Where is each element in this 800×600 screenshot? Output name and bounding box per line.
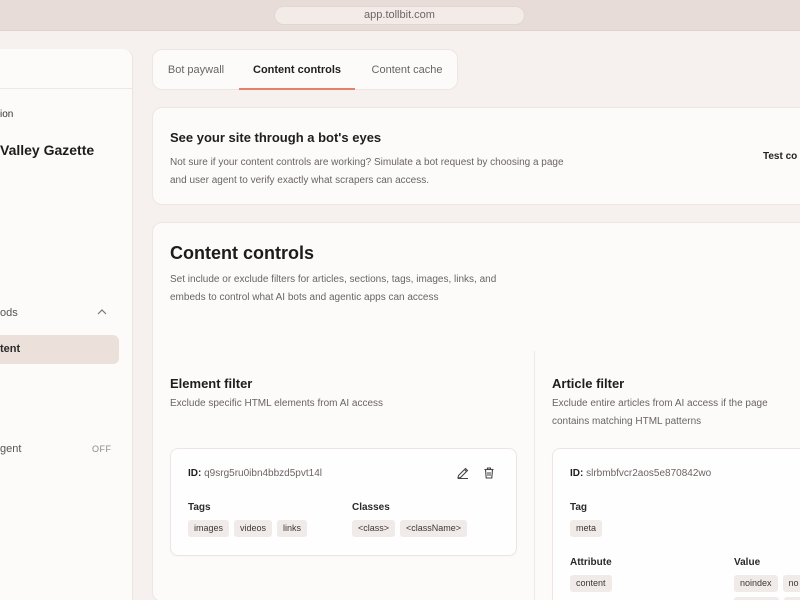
bot-simulation-card: See your site through a bot's eyes Not s… bbox=[152, 107, 800, 205]
tags-label: Tags bbox=[188, 502, 211, 513]
rule-id-label: ID: bbox=[570, 468, 584, 479]
rule-id-value: slrbmbfvcr2aos5e870842wo bbox=[586, 468, 712, 479]
value-chip: noindex bbox=[734, 575, 778, 592]
address-bar[interactable]: app.tollbit.com bbox=[274, 6, 525, 25]
attribute-chip: content bbox=[570, 575, 612, 592]
column-divider bbox=[534, 351, 535, 600]
element-filter-rule-card: ID: q9srg5ru0ibn4bbzd5pvt14l Tags images… bbox=[170, 448, 517, 556]
attribute-label: Attribute bbox=[570, 557, 612, 568]
browser-toolbar: app.tollbit.com bbox=[0, 0, 800, 31]
classes-chip-list: <class> <className> bbox=[352, 520, 468, 537]
rule-id: ID: q9srg5ru0ibn4bbzd5pvt14l bbox=[188, 468, 322, 479]
attribute-chip-list: content bbox=[570, 575, 612, 592]
sidebar-section-label: ion bbox=[0, 109, 14, 120]
value-label: Value bbox=[734, 557, 761, 568]
class-chip: <className> bbox=[400, 520, 468, 537]
value-chip-list: noindex no nofollow no bbox=[734, 575, 800, 600]
value-chip: no bbox=[782, 575, 800, 592]
sidebar-item-agent[interactable]: gent bbox=[0, 443, 21, 455]
agent-status-badge: OFF bbox=[92, 444, 112, 454]
sidebar-item-content-controls[interactable]: tent bbox=[0, 335, 119, 364]
chevron-up-icon[interactable] bbox=[96, 306, 108, 318]
site-name[interactable]: Valley Gazette bbox=[0, 142, 94, 158]
tags-chip-list: images videos links bbox=[188, 520, 308, 537]
rule-id: ID: slrbmbfvcr2aos5e870842wo bbox=[570, 468, 711, 479]
content-controls-card: Content controls Set include or exclude … bbox=[152, 222, 800, 600]
test-content-controls-button[interactable]: Test co bbox=[763, 151, 797, 162]
app-window: ion Valley Gazette ods tent gent OFF Bot… bbox=[0, 31, 800, 600]
tab-bar: Bot paywall Content controls Content cac… bbox=[152, 49, 458, 90]
tab-content-controls[interactable]: Content controls bbox=[239, 50, 355, 90]
class-chip: <class> bbox=[352, 520, 396, 537]
content-controls-description: Set include or exclude filters for artic… bbox=[170, 274, 497, 303]
bot-card-description: Not sure if your content controls are wo… bbox=[170, 157, 564, 186]
article-filter-title: Article filter bbox=[552, 376, 625, 391]
tab-bot-paywall[interactable]: Bot paywall bbox=[153, 50, 239, 90]
tag-chip: links bbox=[277, 520, 308, 537]
rule-id-label: ID: bbox=[188, 468, 202, 479]
tag-chip-list: meta bbox=[570, 520, 603, 537]
sidebar-header bbox=[0, 49, 132, 89]
sidebar: ion Valley Gazette ods tent gent OFF bbox=[0, 49, 133, 600]
tag-chip: meta bbox=[570, 520, 603, 537]
tag-label: Tag bbox=[570, 502, 588, 513]
page-title: Content controls bbox=[170, 243, 314, 263]
element-filter-title: Element filter bbox=[170, 376, 253, 391]
article-filter-rule-card: ID: slrbmbfvcr2aos5e870842wo Tag meta At… bbox=[552, 448, 800, 600]
article-filter-description: Exclude entire articles from AI access i… bbox=[552, 398, 768, 427]
bot-card-title: See your site through a bot's eyes bbox=[170, 130, 382, 145]
rule-id-value: q9srg5ru0ibn4bbzd5pvt14l bbox=[204, 468, 322, 479]
trash-icon[interactable] bbox=[482, 466, 496, 480]
edit-icon[interactable] bbox=[456, 466, 470, 480]
tab-content-cache[interactable]: Content cache bbox=[355, 50, 459, 90]
tag-chip: videos bbox=[234, 520, 273, 537]
element-filter-description: Exclude specific HTML elements from AI a… bbox=[170, 398, 384, 409]
tag-chip: images bbox=[188, 520, 230, 537]
classes-label: Classes bbox=[352, 502, 390, 513]
